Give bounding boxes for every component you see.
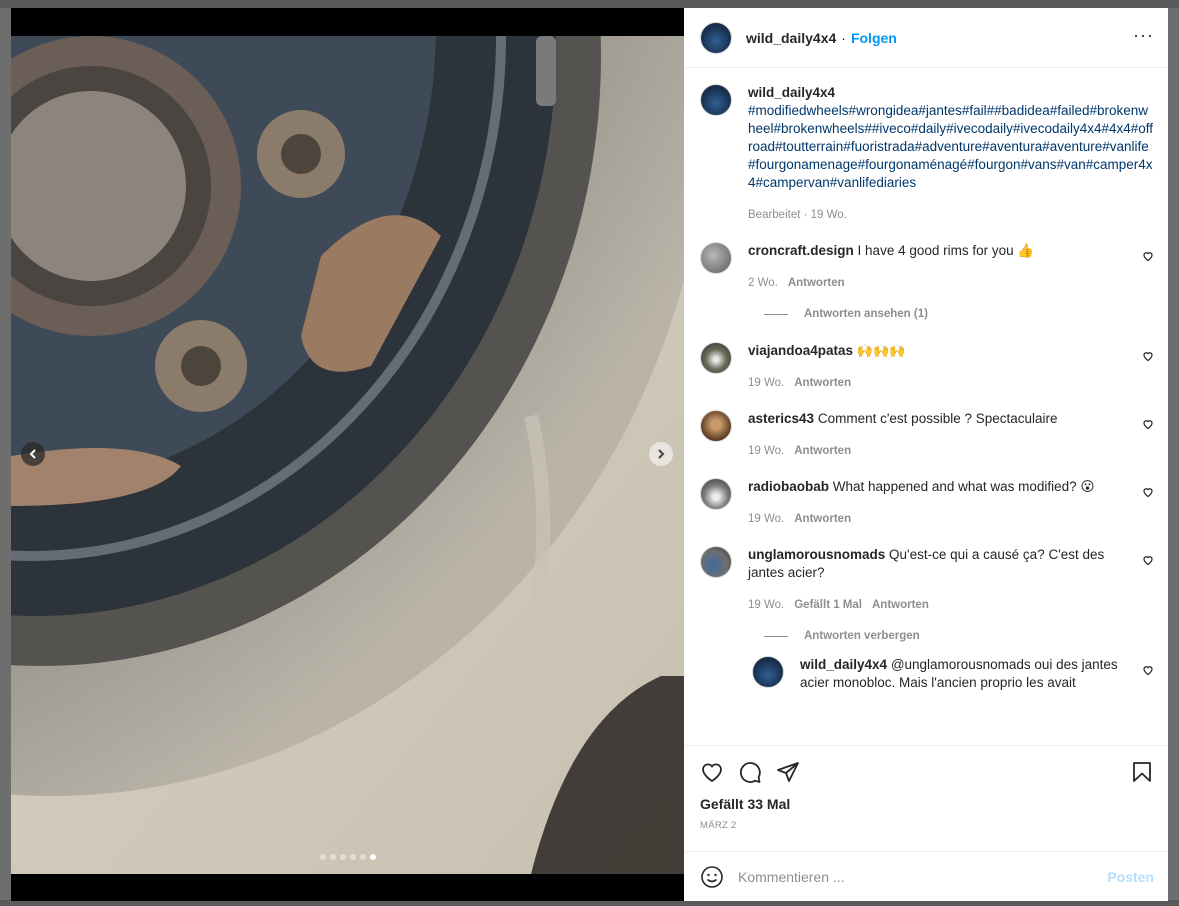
comment-time: 19 Wo. <box>748 513 785 525</box>
carousel-dot <box>320 854 326 860</box>
avatar[interactable] <box>700 242 732 274</box>
carousel-dot <box>370 854 376 860</box>
comment-item: radiobaobab What happened and what was m… <box>700 478 1154 528</box>
hide-replies-button[interactable]: Antworten verbergen <box>764 630 1154 642</box>
comment-text: 🙌🙌🙌 <box>856 343 906 358</box>
chevron-right-icon <box>658 449 665 459</box>
post-photo <box>11 36 684 874</box>
more-icon: ··· <box>1133 24 1154 45</box>
carousel-indicator <box>320 854 376 860</box>
hide-replies-label: Antworten verbergen <box>804 630 920 642</box>
caption-hashtags[interactable]: #modifiedwheels#wrongidea#jantes#fail##b… <box>748 102 1154 192</box>
post-date: MÄRZ 2 <box>700 820 737 831</box>
like-comment-heart-icon[interactable] <box>1142 418 1154 430</box>
caption: wild_daily4x4 #modifiedwheels#wrongidea#… <box>700 84 1154 224</box>
reply-item: wild_daily4x4 @unglamorousnomads oui des… <box>752 656 1154 692</box>
comment-icon[interactable] <box>738 760 762 784</box>
bookmark-icon[interactable] <box>1130 760 1154 784</box>
likes-count[interactable]: Gefällt 33 Mal <box>700 796 1154 812</box>
separator: · <box>841 29 846 46</box>
like-comment-heart-icon[interactable] <box>1142 664 1154 676</box>
more-options-button[interactable]: ··· <box>1133 26 1154 46</box>
post-actions: Gefällt 33 Mal MÄRZ 2 <box>684 745 1168 851</box>
comment-time: 19 Wo. <box>748 445 785 457</box>
post-button[interactable]: Posten <box>1107 869 1154 885</box>
comment-time: 19 Wo. <box>748 599 785 611</box>
carousel-dot <box>350 854 356 860</box>
follow-button[interactable]: Folgen <box>851 30 897 46</box>
caption-author[interactable]: wild_daily4x4 <box>748 84 1154 102</box>
comment-text: Comment c'est possible ? Spectaculaire <box>817 411 1058 426</box>
avatar[interactable] <box>700 546 732 578</box>
comment-item: asterics43 Comment c'est possible ? Spec… <box>700 410 1154 460</box>
avatar[interactable] <box>700 410 732 442</box>
carousel-dot <box>330 854 336 860</box>
comment-likes[interactable]: Gefällt 1 Mal <box>794 599 862 611</box>
carousel-dot <box>360 854 366 860</box>
emoji-icon[interactable] <box>700 865 724 889</box>
comments-list[interactable]: wild_daily4x4 #modifiedwheels#wrongidea#… <box>684 68 1168 745</box>
post-author[interactable]: wild_daily4x4 <box>746 30 836 46</box>
comment-item: croncraft.design I have 4 good rims for … <box>700 242 1154 292</box>
like-comment-heart-icon[interactable] <box>1142 554 1154 566</box>
reply-button[interactable]: Antworten <box>794 445 851 457</box>
share-icon[interactable] <box>776 760 800 784</box>
chevron-left-icon <box>29 449 36 459</box>
caption-meta: Bearbeitet · 19 Wo. <box>748 209 847 221</box>
comment-item: viajandoa4patas 🙌🙌🙌 19 Wo. Antworten <box>700 342 1154 392</box>
comment-author[interactable]: asterics43 <box>748 411 814 426</box>
avatar[interactable] <box>752 656 784 688</box>
avatar[interactable] <box>700 84 732 116</box>
comment-author[interactable]: viajandoa4patas <box>748 343 853 358</box>
avatar[interactable] <box>700 342 732 374</box>
reply-button[interactable]: Antworten <box>872 599 929 611</box>
comment-text: What happened and what was modified? 😮 <box>832 479 1095 494</box>
reply-button[interactable]: Antworten <box>794 377 851 389</box>
comment-input[interactable] <box>738 868 1108 885</box>
view-replies-button[interactable]: Antworten ansehen (1) <box>764 308 1154 320</box>
carousel-dot <box>340 854 346 860</box>
comment-time: 19 Wo. <box>748 377 785 389</box>
avatar[interactable] <box>700 21 732 54</box>
reply-button[interactable]: Antworten <box>788 277 845 289</box>
comment-time: 2 Wo. <box>748 277 778 289</box>
comment-item: unglamorousnomads Qu'est-ce qui a causé … <box>700 546 1154 614</box>
comment-author[interactable]: unglamorousnomads <box>748 547 885 562</box>
reply-author[interactable]: wild_daily4x4 <box>800 657 887 672</box>
heart-icon[interactable] <box>700 760 724 784</box>
action-icons <box>700 752 1154 792</box>
avatar[interactable] <box>700 478 732 510</box>
carousel-prev-button[interactable] <box>21 442 45 466</box>
comment-text: I have 4 good rims for you 👍 <box>857 243 1035 258</box>
post-modal: wild_daily4x4 · Folgen ··· wild_daily4x4… <box>11 8 1168 901</box>
comment-author[interactable]: radiobaobab <box>748 479 829 494</box>
post-side-panel: wild_daily4x4 · Folgen ··· wild_daily4x4… <box>684 8 1168 901</box>
reply-button[interactable]: Antworten <box>794 513 851 525</box>
like-comment-heart-icon[interactable] <box>1142 250 1154 262</box>
carousel-next-button[interactable] <box>649 442 673 466</box>
post-media <box>11 8 684 901</box>
divider <box>764 635 788 637</box>
like-comment-heart-icon[interactable] <box>1142 486 1154 498</box>
comment-author[interactable]: croncraft.design <box>748 243 854 258</box>
add-comment-bar: Posten <box>684 851 1168 901</box>
post-header: wild_daily4x4 · Folgen ··· <box>684 8 1168 68</box>
view-replies-label: Antworten ansehen (1) <box>804 308 928 320</box>
like-comment-heart-icon[interactable] <box>1142 350 1154 362</box>
divider <box>764 313 788 315</box>
background-page <box>0 0 1179 8</box>
